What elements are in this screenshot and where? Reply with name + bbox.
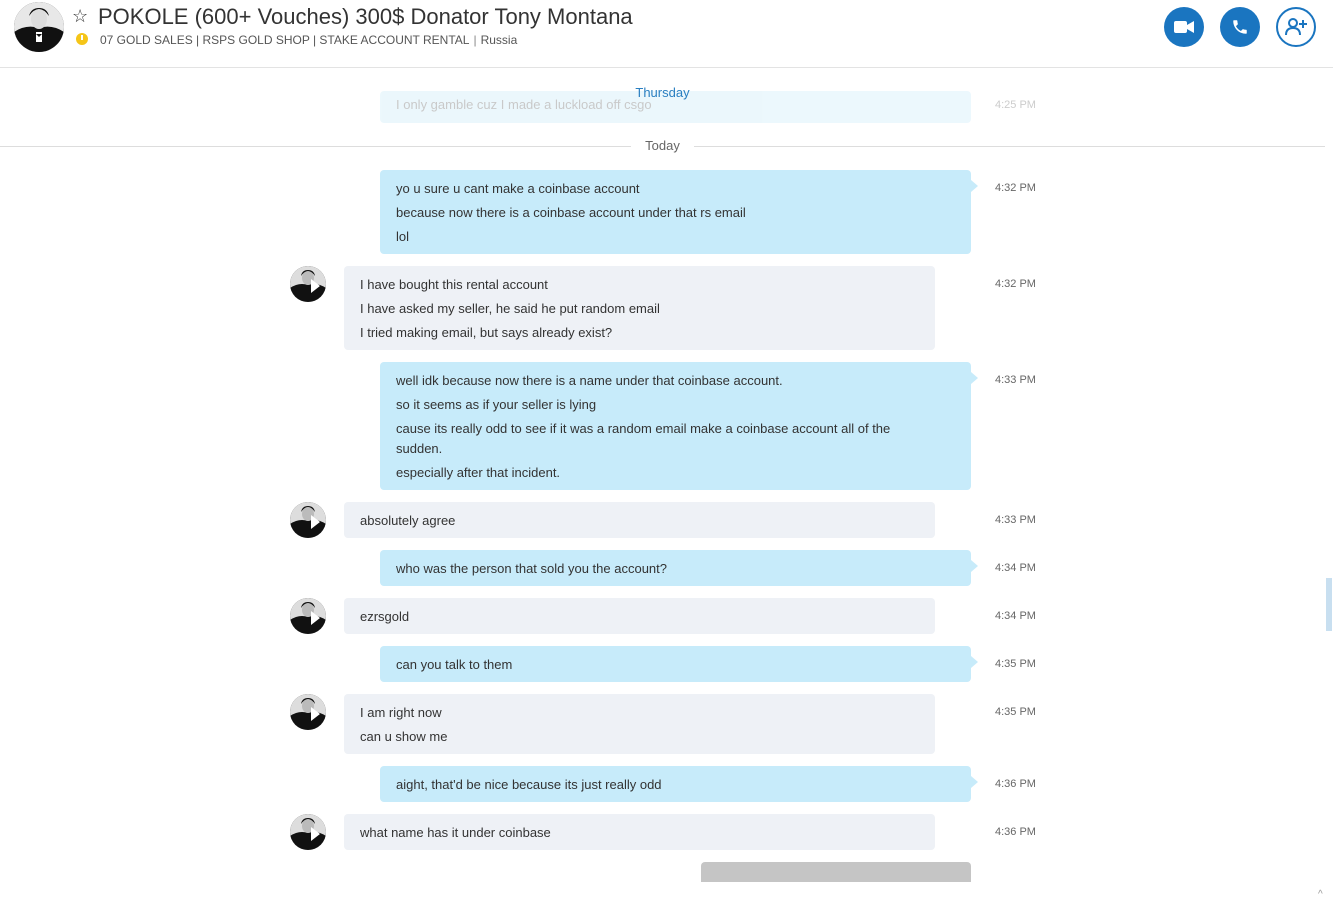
message-text: can you talk to them: [396, 657, 513, 672]
message-timestamp: 4:34 PM: [995, 562, 1036, 574]
message-text: well idk because now there is a name und…: [396, 373, 783, 388]
message-timestamp: 4:32 PM: [995, 182, 1036, 194]
message-text: what name has it under coinbase: [360, 825, 551, 840]
day-separator-today: Today: [0, 138, 1325, 153]
message-text: so it seems as if your seller is lying: [396, 397, 597, 412]
contact-avatar[interactable]: [14, 2, 64, 52]
message-timestamp: 4:36 PM: [995, 778, 1036, 790]
sender-avatar[interactable]: [290, 598, 326, 634]
incoming-message[interactable]: I have bought this rental account I have…: [344, 266, 935, 350]
message-timestamp: 4:33 PM: [995, 374, 1036, 386]
message-list[interactable]: I only gamble cuz I made a luckload off …: [0, 69, 1333, 901]
sender-avatar[interactable]: [290, 266, 326, 302]
scroll-up-icon[interactable]: ^: [1318, 889, 1323, 900]
message-text: aight, that'd be nice because its just r…: [396, 777, 662, 792]
sender-avatar[interactable]: [290, 502, 326, 538]
faded-message-time: 4:25 PM: [995, 99, 1036, 111]
message-text: I have bought this rental account: [360, 277, 548, 292]
video-camera-icon: [1174, 21, 1194, 33]
message-text: because now there is a coinbase account …: [396, 205, 746, 220]
day-separator-thursday: Thursday: [635, 85, 690, 100]
incoming-message[interactable]: ezrsgold: [344, 598, 935, 634]
mood-text: 07 GOLD SALES | RSPS GOLD SHOP | STAKE A…: [100, 33, 470, 47]
message-timestamp: 4:33 PM: [995, 514, 1036, 526]
message-text: I have asked my seller, he said he put r…: [360, 301, 660, 316]
phone-icon: [1233, 20, 1247, 34]
message-timestamp: 4:32 PM: [995, 278, 1036, 290]
message-text: especially after that incident.: [396, 465, 561, 480]
message-text: yo u sure u cant make a coinbase account: [396, 181, 640, 196]
incoming-message[interactable]: I am right now can u show me: [344, 694, 935, 754]
message-text: I am right now: [360, 705, 442, 720]
sender-avatar[interactable]: [290, 814, 326, 850]
add-people-button[interactable]: [1276, 7, 1316, 47]
incoming-message[interactable]: absolutely agree: [344, 502, 935, 538]
video-call-button[interactable]: [1164, 7, 1204, 47]
message-text: absolutely agree: [360, 513, 456, 528]
message-text: can u show me: [360, 729, 448, 744]
away-status-icon: [76, 33, 88, 45]
message-text: ezrsgold: [360, 609, 410, 624]
message-timestamp: 4:35 PM: [995, 706, 1036, 718]
message-timestamp: 4:34 PM: [995, 610, 1036, 622]
message-timestamp: 4:35 PM: [995, 658, 1036, 670]
outgoing-message[interactable]: yo u sure u cant make a coinbase account…: [380, 170, 978, 254]
audio-call-button[interactable]: [1220, 7, 1260, 47]
pending-image-placeholder[interactable]: [701, 862, 971, 882]
sender-avatar[interactable]: [290, 694, 326, 730]
message-timestamp: 4:36 PM: [995, 826, 1036, 838]
message-text: I tried making email, but says already e…: [360, 325, 613, 340]
day-separator-label: Today: [631, 138, 694, 153]
message-text: lol: [396, 229, 410, 244]
outgoing-message[interactable]: can you talk to them: [380, 646, 978, 682]
message-text: who was the person that sold you the acc…: [396, 561, 668, 576]
location-text: Russia: [480, 33, 518, 47]
conversation-title[interactable]: POKOLE (600+ Vouches) 300$ Donator Tony …: [98, 4, 633, 30]
incoming-message[interactable]: what name has it under coinbase: [344, 814, 935, 850]
conversation-header: ☆ POKOLE (600+ Vouches) 300$ Donator Ton…: [0, 0, 1333, 68]
add-person-icon: [1285, 18, 1307, 36]
scrollbar-thumb[interactable]: [1326, 578, 1332, 631]
mood-separator: |: [473, 33, 477, 47]
outgoing-message[interactable]: aight, that'd be nice because its just r…: [380, 766, 978, 802]
mood-message: 07 GOLD SALES | RSPS GOLD SHOP | STAKE A…: [100, 32, 517, 48]
outgoing-message[interactable]: well idk because now there is a name und…: [380, 362, 978, 490]
outgoing-message[interactable]: who was the person that sold you the acc…: [380, 550, 978, 586]
message-text: cause its really odd to see if it was a …: [396, 421, 891, 456]
favorite-star-icon[interactable]: ☆: [72, 6, 88, 26]
